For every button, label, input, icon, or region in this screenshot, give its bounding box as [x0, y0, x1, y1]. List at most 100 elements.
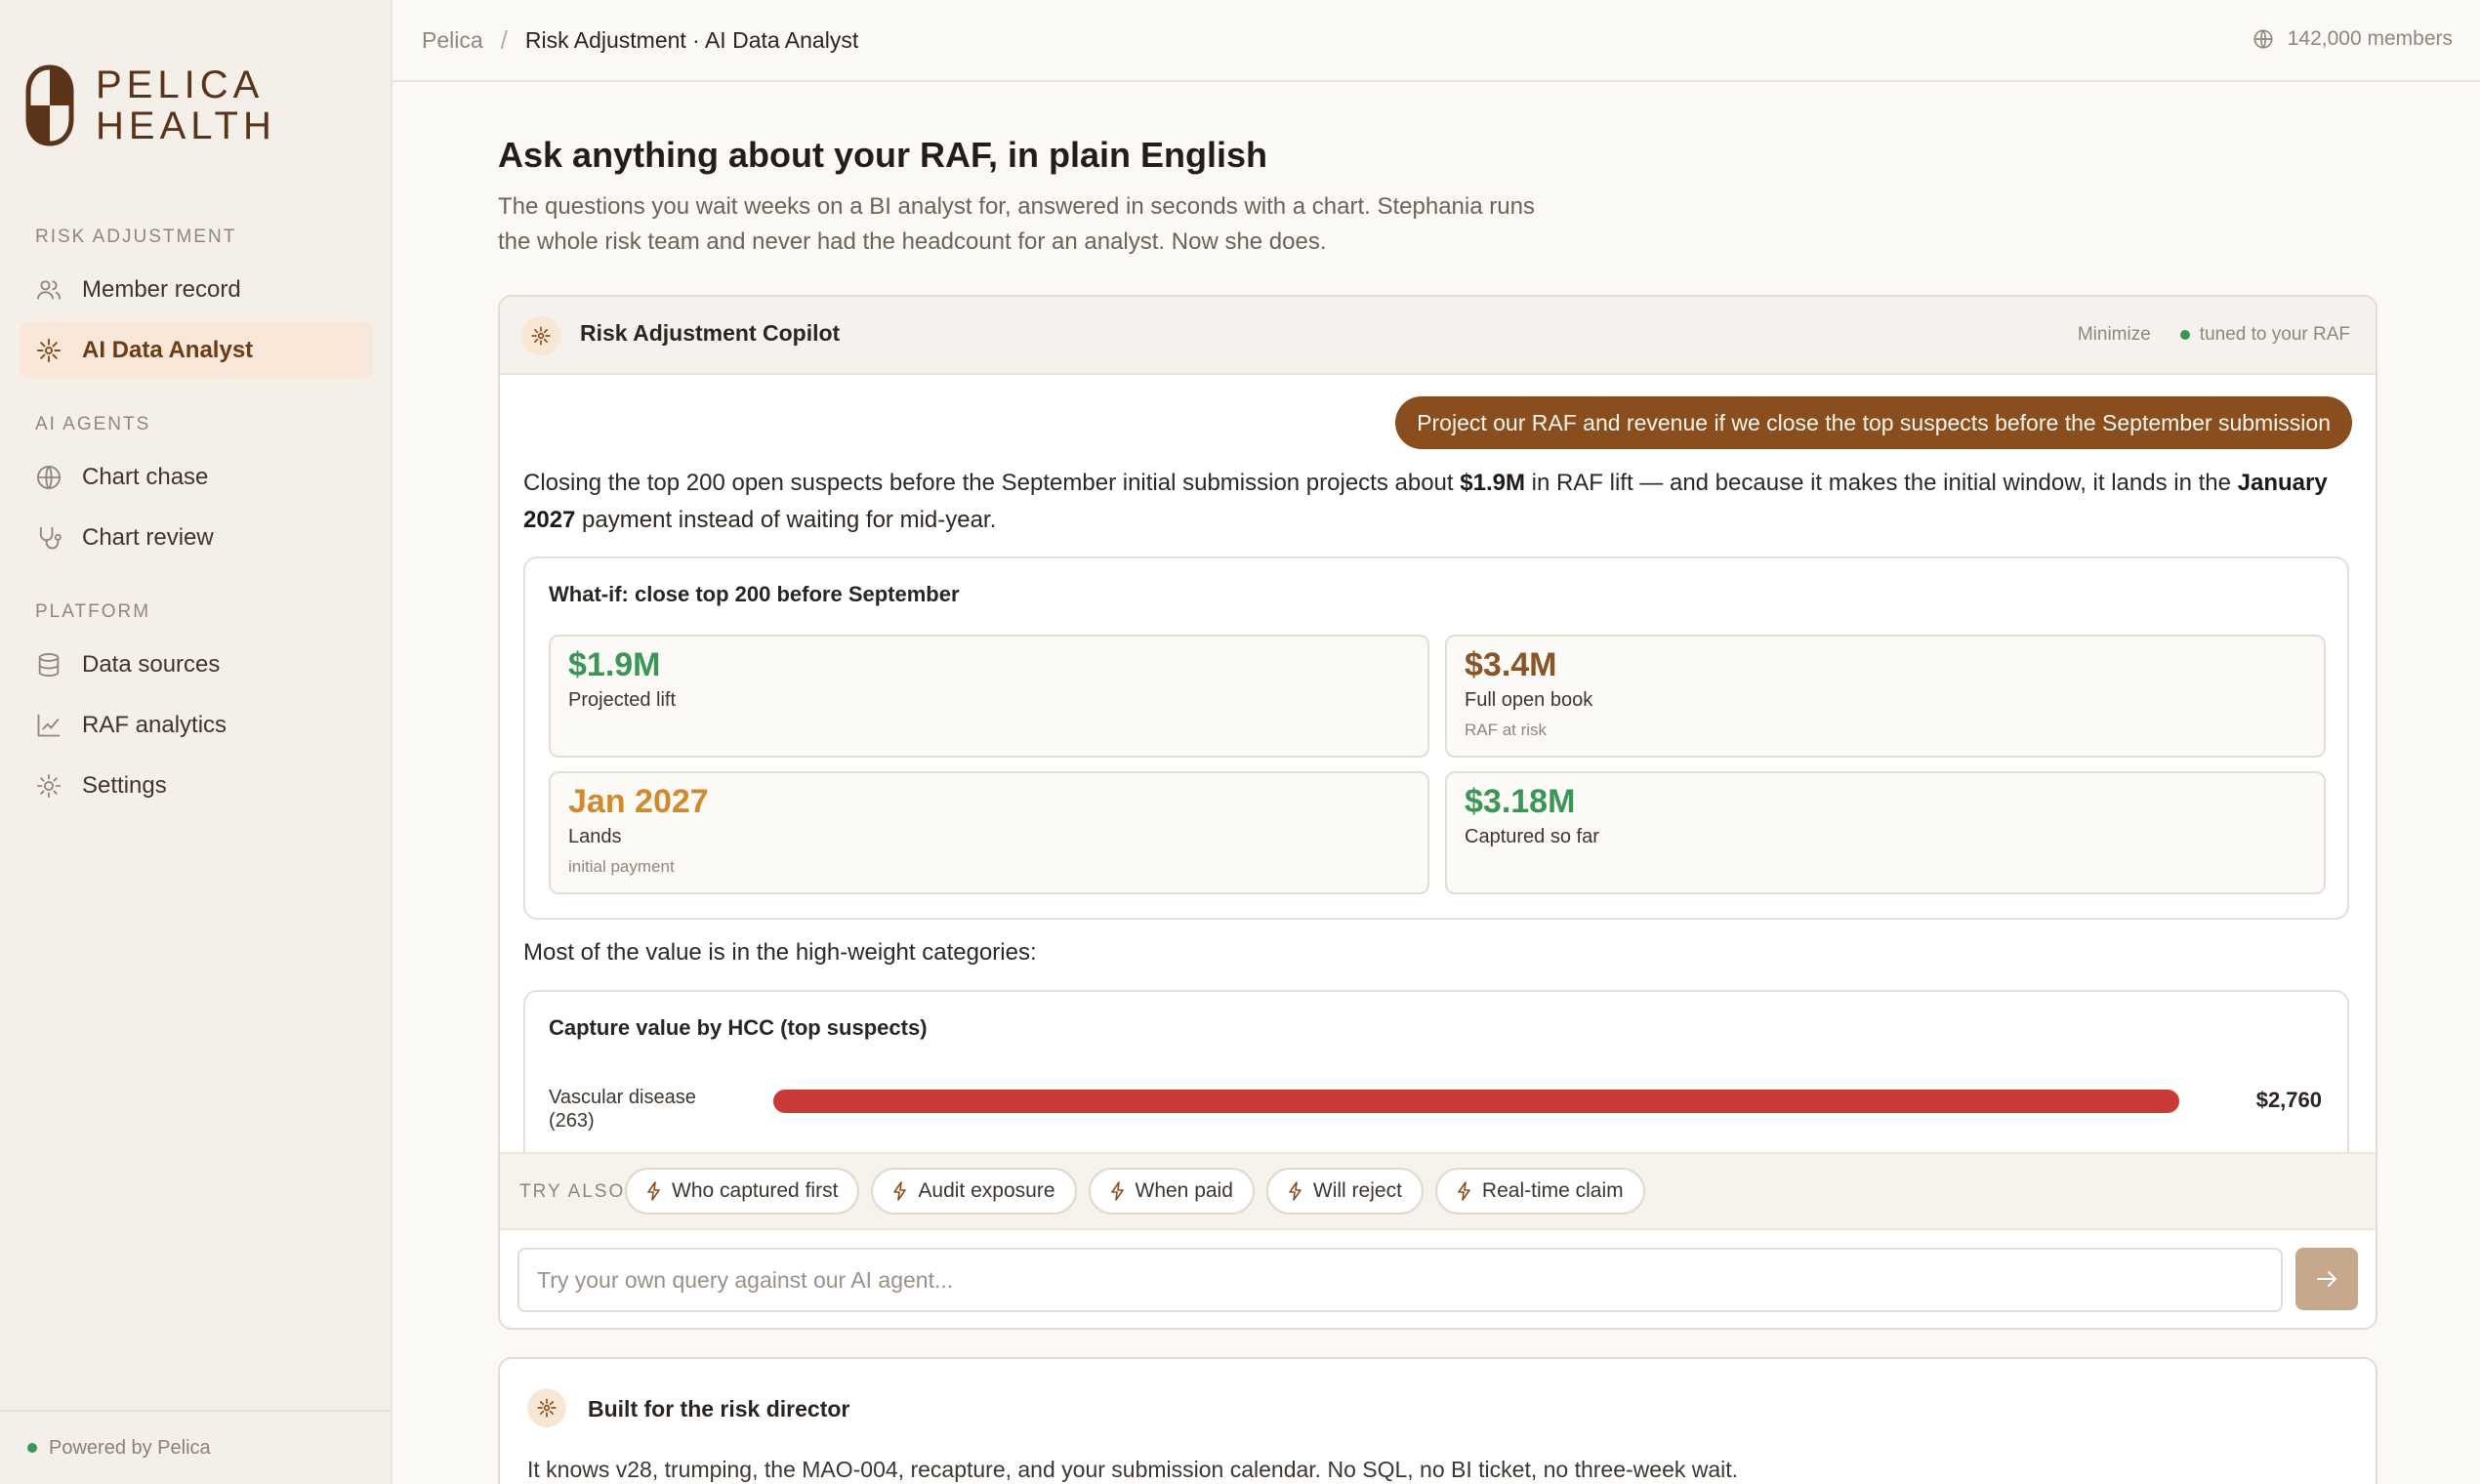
chip-real-time-claim[interactable]: Real-time claim [1434, 1168, 1645, 1215]
sidebar-item-label: Member record [82, 276, 241, 303]
bolt-icon [647, 1181, 660, 1201]
kpi-full-open-book: $3.4M Full open book RAF at risk [1445, 635, 2326, 758]
powered-by: Powered by Pelica [0, 1410, 393, 1484]
section-risk-adjustment: RISK ADJUSTMENT [35, 227, 237, 247]
line-chart-icon [37, 714, 61, 737]
minimize-button[interactable]: Minimize [2078, 324, 2151, 346]
sparkle-icon [537, 1398, 557, 1418]
brand-name-line2: HEALTH [96, 104, 276, 147]
built-title: Built for the risk director [588, 1396, 850, 1422]
kpi-value: $1.9M [568, 646, 661, 683]
try-also-bar: TRY ALSO Who captured first Audit exposu… [500, 1152, 2376, 1230]
kpi-captured-so-far: $3.18M Captured so far [1445, 771, 2326, 894]
copilot-header: Risk Adjustment Copilot Minimize tuned t… [500, 297, 2376, 375]
sidebar-item-raf-analytics[interactable]: RAF analytics [20, 697, 373, 754]
whatif-title: What-if: close top 200 before September [549, 582, 960, 606]
section-ai-agents: AI AGENTS [35, 414, 151, 434]
chip-will-reject[interactable]: Will reject [1265, 1168, 1424, 1215]
copilot-panel: Risk Adjustment Copilot Minimize tuned t… [498, 295, 2377, 1330]
chip-audit-exposure[interactable]: Audit exposure [871, 1168, 1077, 1215]
bar-track [773, 1090, 2179, 1113]
page-subtitle: The questions you wait weeks on a BI ana… [498, 193, 1535, 255]
sidebar-item-label: Settings [82, 772, 167, 799]
bar-label: Vascular disease (263) [549, 1086, 696, 1133]
built-for-card: Built for the risk director It knows v28… [498, 1357, 2377, 1484]
chip-label: Audit exposure [918, 1179, 1055, 1202]
copilot-title: Risk Adjustment Copilot [580, 320, 841, 346]
user-message: Project our RAF and revenue if we close … [1395, 396, 2352, 449]
chip-when-paid[interactable]: When paid [1088, 1168, 1255, 1215]
bolt-icon [1458, 1181, 1470, 1201]
sidebar-item-chart-chase[interactable]: Chart chase [20, 449, 373, 506]
whatif-card: What-if: close top 200 before September … [523, 556, 2349, 920]
tuned-badge-text: tuned to your RAF [2199, 324, 2350, 345]
kpi-lands: Jan 2027 Lands initial payment [549, 771, 1429, 894]
chip-label: Who captured first [672, 1179, 839, 1202]
built-body: It knows v28, trumping, the MAO-004, rec… [527, 1457, 1739, 1482]
assistant-answer: Closing the top 200 open suspects before… [523, 465, 2339, 539]
sparkle-icon [36, 338, 62, 363]
answer-highlight: $1.9M [1460, 470, 1525, 496]
members-count: 142,000 members [2253, 27, 2453, 51]
database-icon [38, 652, 60, 678]
members-count-text: 142,000 members [2287, 27, 2453, 50]
query-input[interactable]: Try your own query against our AI agent.… [517, 1248, 2283, 1312]
kpi-value: Jan 2027 [568, 783, 709, 820]
answer-text: payment instead of waiting for mid-year. [575, 507, 997, 533]
users-icon [36, 280, 62, 300]
sidebar-item-data-sources[interactable]: Data sources [20, 637, 373, 693]
status-dot [27, 1443, 37, 1453]
pelica-logo-icon [25, 64, 74, 146]
built-avatar [527, 1388, 566, 1427]
kpi-sublabel: initial payment [568, 857, 675, 876]
kpi-sublabel: RAF at risk [1465, 721, 1548, 739]
globe-icon [36, 465, 62, 490]
bar-fill [773, 1090, 2179, 1113]
kpi-value: $3.18M [1465, 783, 1576, 820]
sidebar-item-settings[interactable]: Settings [20, 758, 373, 814]
answer-text: in RAF lift — and because it makes the i… [1524, 470, 2238, 496]
sidebar-item-label: Data sources [82, 651, 221, 678]
sidebar-item-member-record[interactable]: Member record [20, 262, 373, 318]
bolt-icon [893, 1181, 907, 1201]
chip-label: When paid [1135, 1179, 1233, 1202]
page-title: Ask anything about your RAF, in plain En… [498, 135, 1268, 175]
bar-label-line: (263) [549, 1110, 595, 1132]
bar-label-line: Vascular disease [549, 1087, 696, 1108]
kpi-label: Lands [568, 826, 622, 847]
brand-logo[interactable]: PELICA HEALTH [25, 64, 276, 146]
breadcrumb-root[interactable]: Pelica [422, 27, 483, 54]
status-dot [2179, 330, 2190, 340]
topbar: Pelica / Risk Adjustment · AI Data Analy… [393, 0, 2480, 82]
breadcrumb: Pelica / Risk Adjustment · AI Data Analy… [422, 25, 858, 56]
copilot-avatar [521, 316, 560, 355]
kpi-label: Full open book [1465, 689, 1593, 711]
chip-who-captured-first[interactable]: Who captured first [625, 1168, 860, 1215]
lead-text: Most of the value is in the high-weight … [523, 939, 1037, 966]
brand-name-line1: PELICA [96, 63, 265, 106]
kpi-value: $3.4M [1465, 646, 1557, 683]
bar-value: $2,760 [2255, 1088, 2322, 1112]
sidebar: PELICA HEALTH RISK ADJUSTMENT Member rec… [0, 0, 393, 1484]
send-button[interactable] [2295, 1248, 2358, 1310]
sidebar-item-label: AI Data Analyst [82, 337, 254, 363]
sidebar-item-label: RAF analytics [82, 712, 227, 738]
sidebar-item-chart-review[interactable]: Chart review [20, 510, 373, 566]
kpi-label: Projected lift [568, 689, 677, 711]
chip-label: Real-time claim [1481, 1179, 1624, 1202]
chip-label: Will reject [1312, 1179, 1402, 1202]
sidebar-item-label: Chart chase [82, 464, 209, 490]
breadcrumb-separator: / [500, 25, 508, 55]
sidebar-item-ai-data-analyst[interactable]: AI Data Analyst [20, 322, 373, 379]
bolt-icon [1110, 1181, 1124, 1201]
powered-by-text: Powered by Pelica [49, 1436, 211, 1459]
kpi-projected-lift: $1.9M Projected lift [549, 635, 1429, 758]
tuned-badge: tuned to your RAF [2179, 324, 2350, 346]
sidebar-item-label: Chart review [82, 524, 214, 551]
bolt-icon [1289, 1181, 1302, 1201]
stethoscope-icon [39, 526, 62, 550]
gear-icon [36, 773, 62, 799]
arrow-right-icon [2317, 1271, 2336, 1287]
query-input-placeholder: Try your own query against our AI agent.… [537, 1266, 954, 1293]
breadcrumb-current: Risk Adjustment · AI Data Analyst [524, 27, 859, 53]
